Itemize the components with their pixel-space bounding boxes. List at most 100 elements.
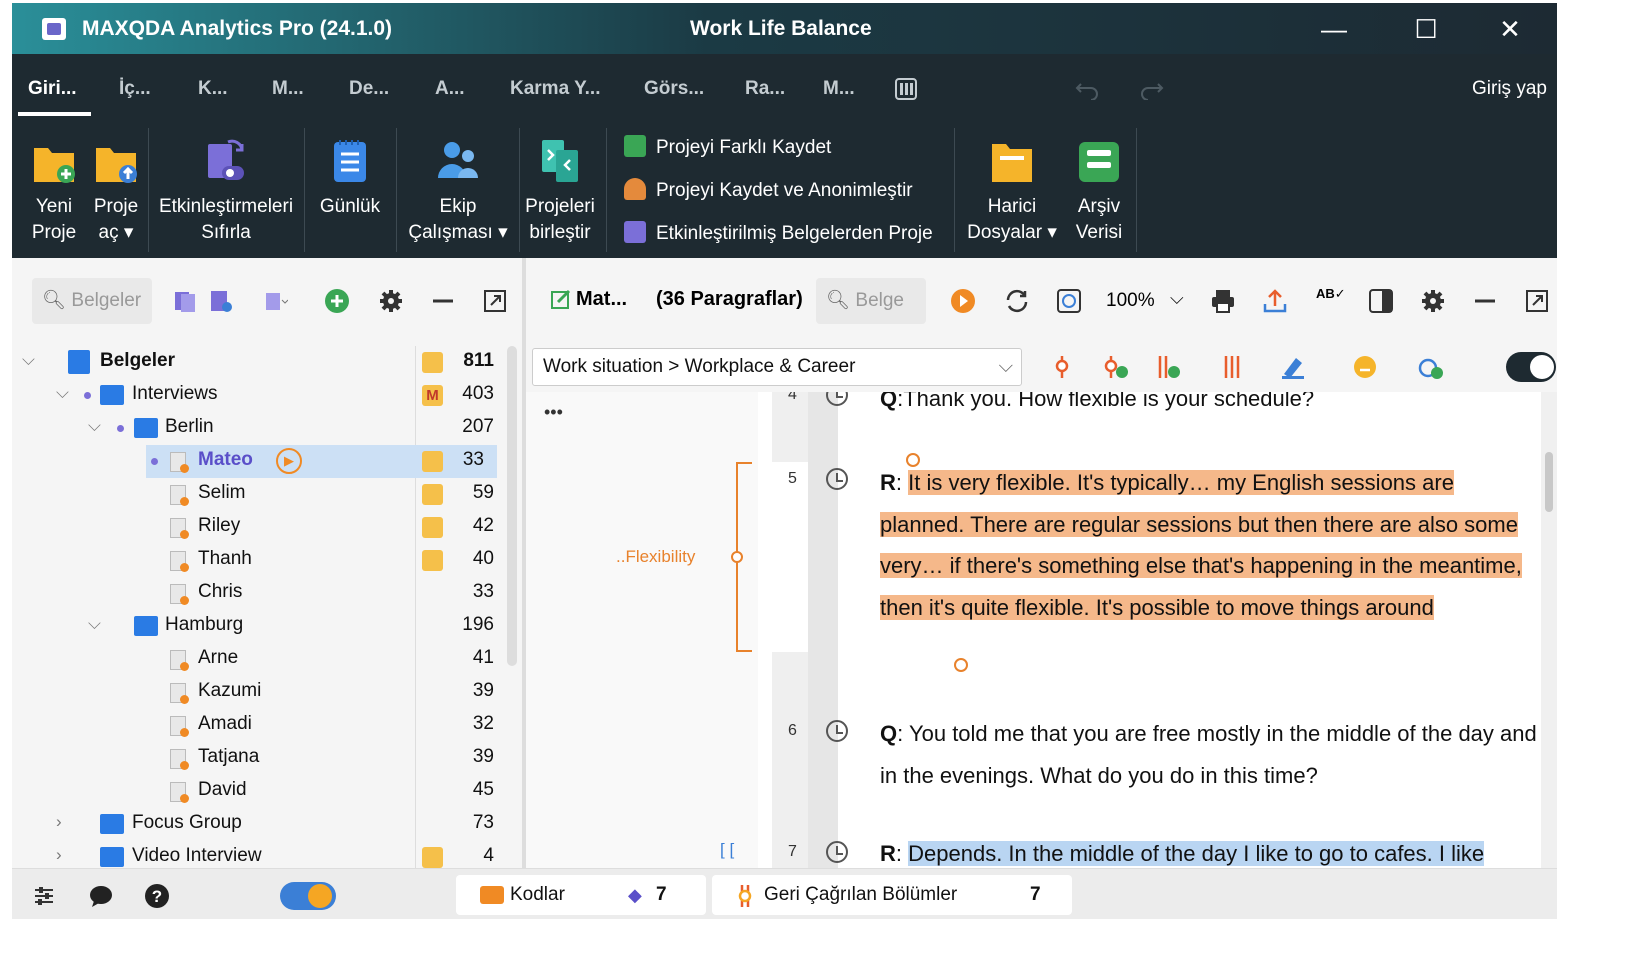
teamwork-button[interactable]: Ekip Çalışması ▾ bbox=[404, 120, 512, 246]
reset-activations-button[interactable]: Etkinleştirmeleri Sıfırla bbox=[152, 120, 300, 246]
codes-status-item[interactable]: Kodlar ◆ 7 bbox=[456, 875, 706, 915]
coding-stripe-blue[interactable]: [ [ bbox=[720, 840, 734, 860]
help-icon[interactable]: ? bbox=[144, 883, 170, 909]
tree-item-riley[interactable]: Riley 42 bbox=[12, 511, 507, 544]
external-files-button[interactable]: Harici Dosyalar ▾ bbox=[964, 120, 1060, 246]
chevron-right-icon[interactable]: › bbox=[56, 845, 62, 865]
undock-icon[interactable] bbox=[1524, 288, 1550, 314]
project-from-activated-button[interactable]: Etkinleştirilmiş Belgelerden Proje bbox=[624, 221, 933, 245]
paragraph-7[interactable]: R: Depends. In the middle of the day I l… bbox=[880, 833, 1540, 868]
tree-item-kazumi[interactable]: Kazumi 39 bbox=[12, 676, 507, 709]
tab-variables[interactable]: De... bbox=[349, 78, 389, 100]
tab-maxdictio[interactable]: M... bbox=[823, 78, 855, 100]
scrollbar-thumb[interactable] bbox=[1545, 452, 1553, 512]
memo-icon[interactable] bbox=[422, 550, 443, 571]
clock-icon[interactable] bbox=[826, 841, 848, 863]
undock-icon[interactable] bbox=[482, 288, 508, 314]
undo-icon[interactable] bbox=[1075, 80, 1099, 100]
documents-icon[interactable] bbox=[172, 288, 198, 314]
tree-item-interviews[interactable]: ⌵ Interviews M 403 bbox=[12, 379, 507, 412]
memo-icon[interactable] bbox=[422, 352, 443, 373]
memo-icon[interactable] bbox=[422, 517, 443, 538]
smart-coding-toggle[interactable] bbox=[280, 882, 336, 910]
chat-icon[interactable] bbox=[88, 884, 114, 908]
chevron-down-icon[interactable]: ⌵ bbox=[88, 614, 101, 634]
code-new-icon[interactable] bbox=[1102, 354, 1130, 380]
tree-scrollbar[interactable] bbox=[507, 346, 517, 666]
settings-gear-icon[interactable] bbox=[1420, 288, 1446, 314]
chevron-right-icon[interactable]: › bbox=[56, 812, 62, 832]
collapse-icon[interactable] bbox=[430, 288, 456, 314]
play-icon[interactable]: ▶ bbox=[276, 448, 302, 474]
timestamp-icon[interactable] bbox=[1056, 288, 1082, 314]
chevron-down-icon[interactable]: ⌵ bbox=[22, 350, 35, 370]
edit-document-icon[interactable] bbox=[550, 288, 572, 310]
save-anonymize-button[interactable]: Projeyi Kaydet ve Anonimleştir bbox=[624, 178, 913, 202]
coding-stripe-label[interactable]: ..Flexibility bbox=[616, 547, 695, 567]
logbook-button[interactable]: Günlük bbox=[310, 120, 390, 220]
create-memo-code-icon[interactable] bbox=[1416, 354, 1444, 380]
document-scrollbar[interactable] bbox=[1541, 392, 1557, 868]
tab-reports[interactable]: Ra... bbox=[745, 78, 785, 100]
collapse-icon[interactable] bbox=[1472, 288, 1498, 314]
emoticode-icon[interactable] bbox=[1352, 354, 1378, 380]
add-document-icon[interactable] bbox=[324, 288, 350, 314]
document-set-icon[interactable] bbox=[262, 288, 288, 314]
open-project-button[interactable]: Proje aç ▾ bbox=[88, 120, 144, 246]
tab-import[interactable]: İç... bbox=[119, 78, 151, 100]
stats-icon[interactable] bbox=[895, 78, 917, 100]
tree-root-documents[interactable]: ⌵ Belgeler 811 bbox=[12, 346, 507, 379]
memo-m-icon[interactable]: M bbox=[422, 385, 443, 406]
retrieved-segments-status-item[interactable]: Geri Çağrılan Bölümler 7 bbox=[712, 875, 1072, 915]
coded-segment-blue[interactable]: Depends. In the middle of the day I like… bbox=[908, 841, 1485, 866]
highlighter-icon[interactable] bbox=[1280, 354, 1306, 380]
tab-home[interactable]: Giri... bbox=[18, 78, 91, 116]
save-as-button[interactable]: Projeyi Farklı Kaydet bbox=[624, 135, 831, 159]
coded-segment-flexibility[interactable]: It is very flexible. It's typically… my … bbox=[880, 470, 1522, 620]
export-icon[interactable] bbox=[1262, 288, 1288, 314]
tree-item-focus-group[interactable]: › Focus Group 73 bbox=[12, 808, 507, 841]
tree-item-amadi[interactable]: Amadi 32 bbox=[12, 709, 507, 742]
clock-icon[interactable] bbox=[826, 468, 848, 490]
tab-visual-tools[interactable]: Görs... bbox=[644, 78, 704, 100]
maximize-button[interactable]: ☐ bbox=[1406, 11, 1446, 47]
segment-end-handle-icon[interactable] bbox=[954, 658, 968, 672]
tree-item-hamburg[interactable]: ⌵ Hamburg 196 bbox=[12, 610, 507, 643]
tree-item-berlin[interactable]: ⌵ Berlin 207 bbox=[12, 412, 507, 445]
spellcheck-icon[interactable]: AB✓ bbox=[1316, 286, 1346, 302]
documents-search-field[interactable]: 🔍︎ Belgeler bbox=[32, 278, 152, 324]
edit-mode-toggle[interactable] bbox=[1506, 352, 1556, 382]
clock-icon[interactable] bbox=[826, 720, 848, 742]
paragraph-6[interactable]: Q: You told me that you are free mostly … bbox=[880, 713, 1540, 796]
tree-item-thanh[interactable]: Thanh 40 bbox=[12, 544, 507, 577]
tree-item-arne[interactable]: Arne 41 bbox=[12, 643, 507, 676]
paragraph-5[interactable]: R: It is very flexible. It's typically… … bbox=[880, 462, 1530, 628]
print-icon[interactable] bbox=[1210, 288, 1236, 314]
zoom-level[interactable]: 100% bbox=[1106, 290, 1155, 312]
more-options-icon[interactable]: ••• bbox=[544, 402, 563, 423]
tree-item-david[interactable]: David 45 bbox=[12, 775, 507, 808]
sliders-icon[interactable] bbox=[32, 884, 56, 908]
tab-mixed-methods[interactable]: Karma Y... bbox=[510, 78, 600, 100]
tree-item-mateo[interactable]: Mateo ▶ 33 bbox=[146, 445, 497, 478]
zoom-dropdown-icon[interactable]: ⌵ bbox=[1170, 288, 1184, 309]
login-link[interactable]: Giriş yap bbox=[1472, 78, 1547, 100]
chevron-down-icon[interactable]: ⌵ bbox=[88, 416, 101, 436]
code-with-selected-icon[interactable] bbox=[1050, 354, 1074, 380]
tab-analysis[interactable]: A... bbox=[435, 78, 465, 100]
tab-memos[interactable]: M... bbox=[272, 78, 304, 100]
close-button[interactable]: ✕ bbox=[1490, 11, 1530, 47]
activate-documents-icon[interactable] bbox=[208, 288, 234, 314]
tree-item-chris[interactable]: Chris 33 bbox=[12, 577, 507, 610]
code-selector-dropdown[interactable]: Work situation > Workplace & Career ⌵ bbox=[532, 348, 1022, 386]
refresh-icon[interactable] bbox=[1004, 288, 1030, 314]
archive-data-button[interactable]: Arşiv Verisi bbox=[1068, 120, 1130, 246]
coding-stripe-handle-icon[interactable] bbox=[731, 551, 743, 563]
code-in-vivo-icon[interactable] bbox=[1154, 354, 1182, 380]
document-search-field[interactable]: 🔍︎ Belge bbox=[816, 278, 926, 324]
memo-icon[interactable] bbox=[422, 847, 443, 868]
merge-projects-button[interactable]: Projeleri birleştir bbox=[520, 120, 600, 246]
tab-codes[interactable]: K... bbox=[198, 78, 228, 100]
redo-icon[interactable] bbox=[1140, 80, 1164, 100]
chevron-down-icon[interactable]: ⌵ bbox=[56, 383, 69, 403]
